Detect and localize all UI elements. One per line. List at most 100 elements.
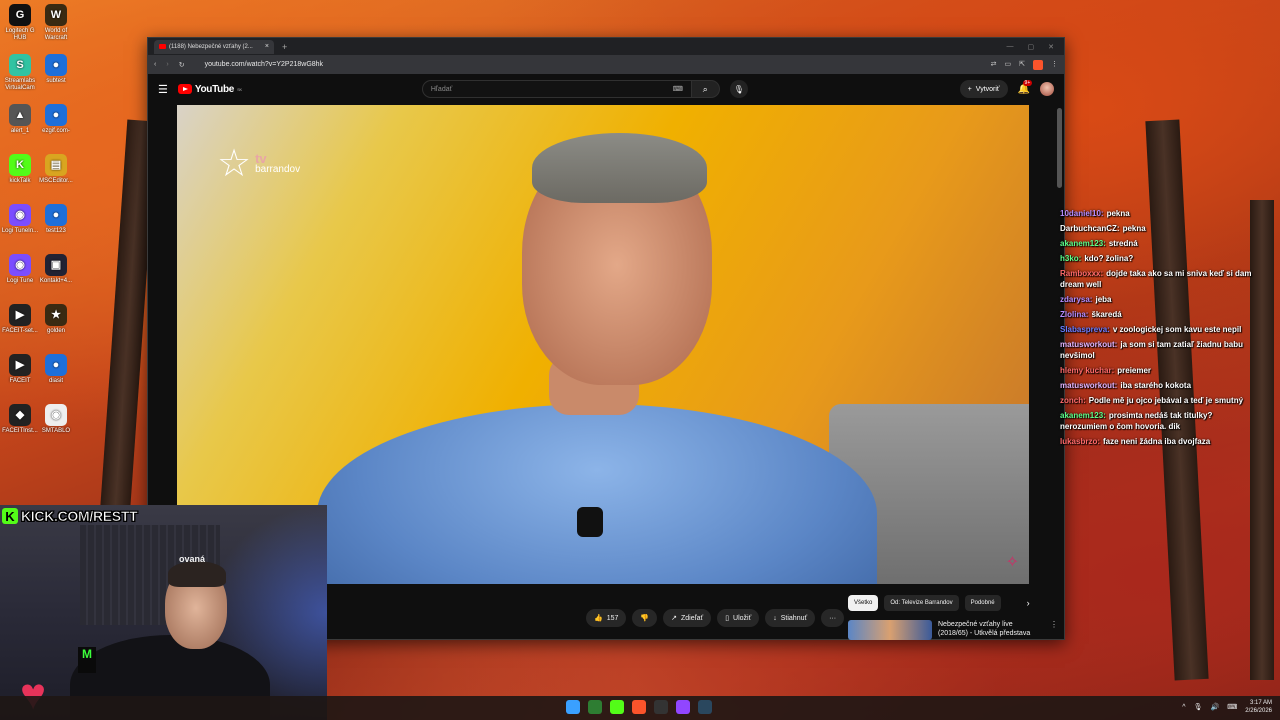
desktop-icon[interactable]: KkickTalk (0, 154, 40, 185)
chip-all[interactable]: Všetko (848, 595, 879, 611)
tray-mic-icon[interactable]: 🎙 (1194, 703, 1203, 711)
desktop-icon[interactable]: S Streamlabs VirtualCam (0, 54, 40, 92)
chat-username: matusworkout: (1060, 381, 1118, 390)
star-logo-icon: ☆ (217, 143, 252, 185)
desktop-icon[interactable]: ▤ MSCEditor... (36, 154, 76, 185)
app-icon: ▤ (45, 154, 67, 176)
tray-volume-icon[interactable]: 🔊 (1210, 703, 1219, 711)
obs-taskbar-icon[interactable] (654, 700, 668, 714)
chip-from-channel[interactable]: Od: Televize Barrandov (884, 595, 959, 611)
channel-watermark: ☆ tv barrandov (217, 145, 300, 183)
app-icon: ▶ (9, 304, 31, 326)
youtube-logo[interactable]: YouTube SK (177, 84, 242, 95)
twitch-taskbar-icon[interactable] (676, 700, 690, 714)
page-scrollbar[interactable] (1057, 108, 1062, 188)
download-button[interactable]: ↓ Stiahnuť (765, 609, 816, 627)
new-tab-button[interactable]: + (282, 42, 287, 52)
desktop-icon[interactable]: ▶ FACEIT (0, 354, 40, 385)
bookmark-icon: ▯ (725, 615, 730, 622)
plus-icon: + (967, 85, 972, 93)
recommendation-chips: Všetko Od: Televize Barrandov Podobné › (848, 595, 1030, 611)
kick-logo-icon: K (2, 508, 18, 524)
desktop-icon-label: test123 (46, 228, 66, 234)
save-button[interactable]: ▯ Uložiť (717, 609, 760, 627)
desktop-icon-label: Logi TuneIn... (1, 228, 39, 234)
desktop-icon[interactable]: ◆ FACEITInst... (0, 404, 40, 435)
chat-text: stredná (1108, 239, 1138, 248)
share-icon[interactable]: ⇱ (1019, 60, 1025, 70)
voice-search-button[interactable]: 🎙 (729, 80, 748, 98)
video-title-fragment: ovaná (179, 554, 206, 564)
brave-taskbar-icon[interactable] (632, 700, 646, 714)
watermark-brand: barrandov (255, 164, 301, 175)
steam-taskbar-icon[interactable] (698, 700, 712, 714)
desktop-icon[interactable]: ◉ SMTABLO (36, 404, 76, 435)
sidebar-icon[interactable]: ▭ (1005, 60, 1012, 70)
app-icon: ● (45, 204, 67, 226)
search-button[interactable]: ⌕ (691, 80, 720, 98)
search-input[interactable]: Hľadať ⌨ (421, 80, 692, 98)
notifications-button[interactable]: 🔔 9+ (1018, 79, 1033, 95)
desktop-icon-label: Logitech G HUB (5, 28, 35, 41)
desktop-icon[interactable]: W World of Warcraft (36, 4, 76, 42)
rec-title-line1: Nebezpečné vzťahy live (938, 621, 1013, 628)
translate-icon[interactable]: ⇄ (991, 60, 997, 70)
desktop-icon[interactable]: ◉ Logi TuneIn... (0, 204, 40, 235)
chat-username: lukasbrzo: (1060, 437, 1101, 446)
rec-more-icon[interactable]: ⋮ (1050, 620, 1058, 640)
chevron-right-icon[interactable]: › (1027, 598, 1030, 608)
reload-button[interactable]: ↻ (179, 61, 185, 69)
desktop-icon[interactable]: ● ezgif.com- (36, 104, 76, 135)
start-taskbar-icon[interactable] (566, 700, 580, 714)
chat-username: Zlolina: (1060, 310, 1089, 319)
like-button[interactable]: 👍 157 (586, 609, 627, 627)
forward-button[interactable]: › (166, 61, 168, 68)
desktop-icon[interactable]: ▣ Kontakt+4... (36, 254, 76, 285)
back-button[interactable]: ‹ (154, 61, 156, 68)
tray-overflow-icon[interactable]: ^ (1182, 704, 1185, 711)
close-tab-icon[interactable]: × (265, 43, 269, 50)
desktop-icon[interactable]: ▲ alert_1 (0, 104, 40, 135)
chip-related[interactable]: Podobné (964, 595, 1001, 611)
more-actions-button[interactable]: ··· (821, 609, 845, 627)
chat-message: akanem123: stredná (1060, 238, 1260, 249)
desktop-icon[interactable]: ◉ Logi Tune (0, 254, 40, 285)
desktop-icon-label: FACEITInst... (2, 428, 38, 434)
share-button[interactable]: ↗ Zdieľať (663, 609, 712, 627)
desktop-icon[interactable]: ● test123 (36, 204, 76, 235)
kick-taskbar-icon[interactable] (610, 700, 624, 714)
tab-youtube[interactable]: (1188) Nebezpečné vzťahy (2... × (154, 39, 274, 54)
recommended-video[interactable]: Nebezpečné vzťahy live (2018/65) - Utkvě… (848, 620, 1058, 640)
notification-badge: 9+ (1022, 79, 1033, 86)
close-window-button[interactable]: ✕ (1048, 43, 1054, 51)
url-field[interactable]: youtube.com/watch?v=Y2P218wG8hk (205, 61, 324, 68)
create-button[interactable]: + Vytvoriť (959, 80, 1008, 98)
desktop-icon[interactable]: ▶ FACEIT-set... (0, 304, 40, 335)
lapel-mic (577, 507, 603, 537)
desktop-icon[interactable]: ● subtest (36, 54, 76, 85)
tray-keyboard-icon[interactable]: ⌨ (1227, 703, 1237, 711)
clock[interactable]: 3:17 AM 2/26/2026 (1245, 699, 1272, 715)
search-icon: ⌕ (702, 83, 708, 94)
desktop-icon-label: ezgif.com- (42, 128, 70, 134)
brave-shield-icon[interactable] (1033, 59, 1043, 70)
maximize-button[interactable]: ▢ (1028, 43, 1035, 51)
rec-title[interactable]: Nebezpečné vzťahy live (2018/65) - Utkvě… (938, 620, 1038, 640)
desktop-icon[interactable]: G Logitech G HUB (0, 4, 40, 42)
chat-message: Zlolina: škaredá (1060, 309, 1260, 320)
browser-menu-icon[interactable]: ⋮ (1051, 60, 1058, 70)
avatar[interactable] (1040, 82, 1054, 96)
corner-logo-icon: ✧ (1005, 554, 1019, 571)
xbox-taskbar-icon[interactable] (588, 700, 602, 714)
desktop-icon[interactable]: ★ golden (36, 304, 76, 335)
minimize-button[interactable]: — (1007, 43, 1014, 51)
keyboard-icon[interactable]: ⌨ (673, 85, 683, 93)
dislike-button[interactable]: 👎 (632, 609, 658, 627)
rec-thumbnail[interactable] (848, 620, 932, 640)
menu-icon[interactable]: ☰ (158, 83, 168, 96)
app-icon: K (9, 154, 31, 176)
desktop-icon[interactable]: ● diasit (36, 354, 76, 385)
desktop-icon-label: MSCEditor... (39, 178, 73, 184)
chat-username: matusworkout: (1060, 340, 1118, 349)
desktop-icon-label: diasit (48, 378, 63, 384)
